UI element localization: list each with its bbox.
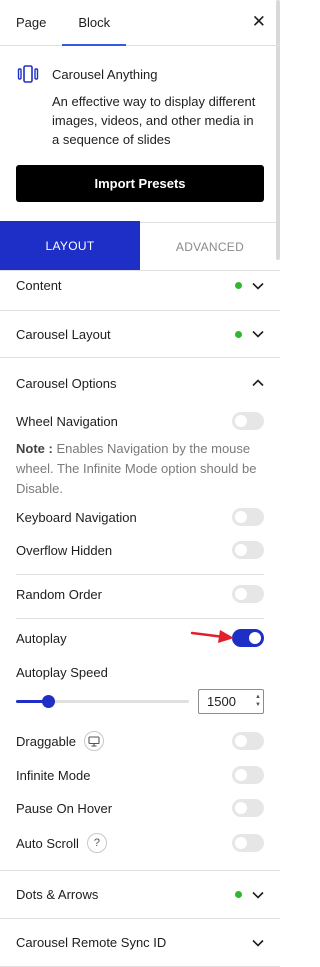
autoplay-speed-label: Autoplay Speed [16, 664, 108, 680]
panel-dots-arrows-label: Dots & Arrows [16, 887, 99, 902]
option-wheel-navigation: Wheel Navigation [16, 411, 264, 431]
option-overflow-hidden: Overflow Hidden [16, 540, 264, 560]
import-presets-button[interactable]: Import Presets [16, 165, 264, 202]
autoplay-label: Autoplay [16, 630, 67, 646]
note-label: Note : [16, 441, 53, 456]
tab-block[interactable]: Block [62, 0, 127, 46]
overflow-hidden-toggle[interactable] [232, 541, 264, 559]
chevron-down-icon [252, 282, 264, 290]
autoplay-toggle[interactable] [232, 629, 264, 647]
monitor-glyph [88, 735, 100, 747]
annotation-arrow-icon [190, 630, 234, 643]
chevron-down-icon [252, 891, 264, 899]
option-keyboard-navigation: Keyboard Navigation [16, 507, 264, 527]
infinite-mode-toggle[interactable] [232, 766, 264, 784]
panel-remote-sync-label: Carousel Remote Sync ID [16, 935, 167, 950]
divider [16, 618, 264, 619]
status-dot [235, 282, 242, 289]
overflow-hidden-label: Overflow Hidden [16, 542, 113, 558]
panel-carousel-layout[interactable]: Carousel Layout [0, 311, 280, 358]
panel-dots-arrows[interactable]: Dots & Arrows [0, 871, 280, 919]
option-pause-on-hover: Pause On Hover [16, 798, 264, 818]
note-text: Enables Navigation by the mouse wheel. T… [16, 441, 257, 496]
option-random-order: Random Order [16, 584, 264, 604]
slider-thumb[interactable] [42, 695, 55, 708]
panel-content[interactable]: Content [0, 261, 280, 311]
option-draggable: Draggable [16, 730, 264, 752]
autoplay-speed-input[interactable]: 1500 ▲ ▼ [198, 689, 264, 714]
desktop-icon[interactable] [84, 731, 104, 751]
draggable-toggle[interactable] [232, 732, 264, 750]
keyboard-navigation-label: Keyboard Navigation [16, 509, 137, 525]
status-dot [235, 330, 242, 338]
tab-page[interactable]: Page [0, 0, 62, 45]
block-card: Carousel Anything An effective way to di… [0, 46, 280, 202]
block-title: Carousel Anything [52, 66, 158, 82]
auto-scroll-toggle[interactable] [232, 834, 264, 852]
pause-on-hover-toggle[interactable] [232, 799, 264, 817]
random-order-toggle[interactable] [232, 585, 264, 603]
wheel-navigation-toggle[interactable] [232, 412, 264, 430]
keyboard-navigation-toggle[interactable] [232, 508, 264, 526]
status-dot [235, 891, 242, 898]
infinite-mode-label: Infinite Mode [16, 767, 91, 783]
chevron-down-icon [252, 330, 264, 338]
chevron-down-icon [252, 939, 264, 947]
help-icon[interactable]: ? [86, 833, 107, 853]
draggable-label: Draggable [16, 733, 76, 749]
pause-on-hover-label: Pause On Hover [16, 800, 113, 816]
autoplay-speed-value: 1500 [207, 694, 236, 709]
carousel-icon [17, 65, 39, 83]
sidebar-tabs: Page Block ✕ [0, 0, 280, 46]
close-button[interactable]: ✕ [252, 12, 266, 32]
wheel-navigation-note: Note : Enables Navigation by the mouse w… [16, 439, 268, 499]
block-description: An effective way to display different im… [52, 94, 256, 147]
autoplay-speed-slider[interactable] [16, 695, 189, 708]
panel-remote-sync[interactable]: Carousel Remote Sync ID [0, 919, 280, 967]
panel-carousel-options-label: Carousel Options [16, 375, 117, 391]
auto-scroll-label: Auto Scroll [16, 835, 79, 851]
wheel-navigation-label: Wheel Navigation [16, 413, 118, 429]
spin-buttons[interactable]: ▲ ▼ [255, 693, 261, 709]
option-autoplay-speed: Autoplay Speed [16, 662, 264, 682]
divider [16, 574, 264, 575]
panel-carousel-options[interactable]: Carousel Options [0, 358, 280, 408]
option-infinite-mode: Infinite Mode [16, 765, 264, 785]
panel-content-label: Content [16, 278, 62, 293]
panel-carousel-layout-label: Carousel Layout [16, 326, 111, 342]
chevron-up-icon [252, 379, 264, 387]
option-auto-scroll: Auto Scroll ? [16, 832, 264, 854]
random-order-label: Random Order [16, 586, 102, 602]
